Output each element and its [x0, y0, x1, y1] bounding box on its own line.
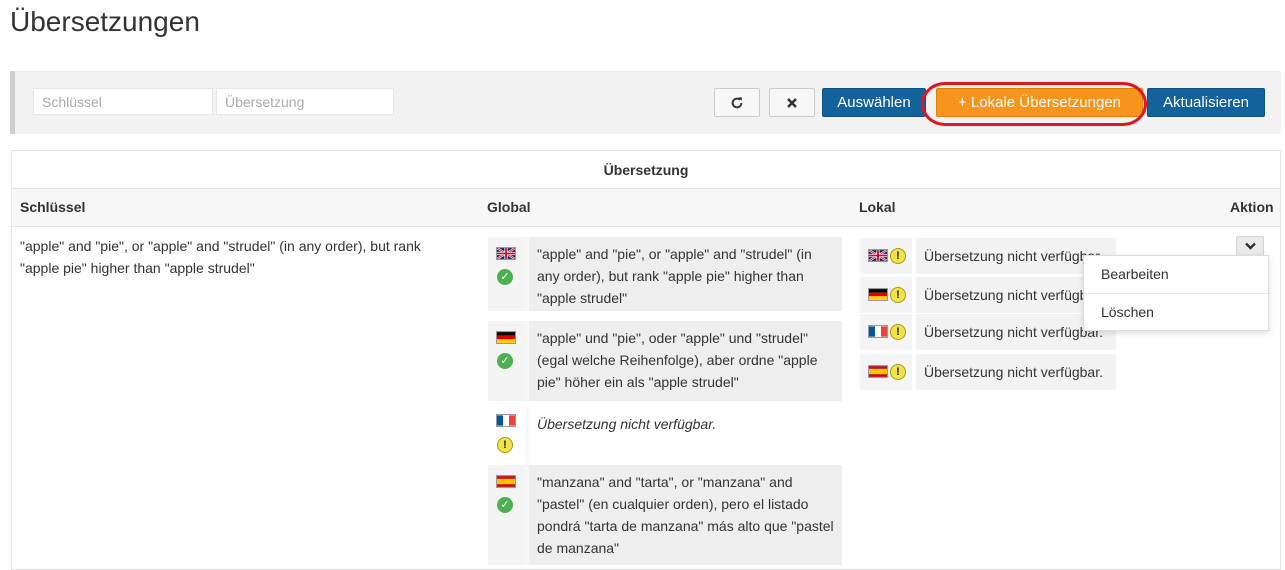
- check-icon: ✓: [497, 269, 513, 285]
- group-header: Übersetzung: [12, 151, 1280, 189]
- warning-icon: !: [497, 437, 513, 453]
- check-icon: ✓: [497, 353, 513, 369]
- global-text-fr: Übersetzung nicht verfügbar.: [529, 407, 842, 465]
- warning-icon: !: [890, 364, 906, 380]
- fr-flag-icon: [868, 325, 888, 338]
- key-search-input[interactable]: [33, 88, 213, 115]
- local-translations-button[interactable]: + Lokale Übersetzungen: [936, 88, 1143, 117]
- global-entry-fr: ! Übersetzung nicht verfügbar.: [488, 407, 842, 465]
- row-key-text: "apple" and "pie", or "apple" and "strud…: [20, 238, 421, 276]
- global-text-es: "manzana" and "tarta", or "manzana" and …: [529, 465, 842, 565]
- col-header-key[interactable]: Schlüssel: [20, 199, 85, 215]
- warning-icon: !: [890, 248, 906, 264]
- local-text-es: Übersetzung nicht verfügbar.: [916, 354, 1116, 390]
- global-entry-en: ✓ "apple" and "pie", or "apple" and "str…: [488, 237, 842, 311]
- row-action-toggle[interactable]: [1236, 236, 1264, 256]
- global-text-en: "apple" and "pie", or "apple" and "strud…: [529, 237, 842, 311]
- page-title: Übersetzungen: [10, 6, 200, 37]
- update-button[interactable]: Aktualisieren: [1147, 88, 1265, 117]
- global-entry-es: ✓ "manzana" and "tarta", or "manzana" an…: [488, 465, 842, 565]
- translation-search-input[interactable]: [216, 88, 394, 115]
- filter-toolbar: Auswählen + Lokale Übersetzungen Aktuali…: [10, 71, 1281, 134]
- global-entry-de: ✓ "apple" und "pie", oder "apple" und "s…: [488, 321, 842, 401]
- de-flag-icon: [496, 331, 516, 344]
- warning-icon: !: [890, 287, 906, 303]
- de-flag-icon: [868, 288, 888, 301]
- col-header-action: Aktion: [1230, 199, 1274, 215]
- refresh-button[interactable]: [714, 88, 760, 117]
- uk-flag-icon: [496, 247, 516, 260]
- col-header-local[interactable]: Lokal: [859, 199, 896, 215]
- translations-table: Übersetzung Schlüssel Global Lokal Aktio…: [11, 150, 1281, 570]
- refresh-icon: [731, 96, 743, 108]
- column-header-row: Schlüssel Global Lokal Aktion: [12, 189, 1280, 227]
- es-flag-icon: [496, 475, 516, 488]
- chevron-down-icon: [1244, 242, 1256, 250]
- close-icon: [787, 97, 797, 108]
- row-action-menu: Bearbeiten Löschen: [1083, 255, 1269, 331]
- select-button[interactable]: Auswählen: [822, 88, 926, 117]
- warning-icon: !: [890, 324, 906, 340]
- fr-flag-icon: [496, 414, 516, 427]
- menu-item-edit[interactable]: Bearbeiten: [1084, 256, 1268, 293]
- uk-flag-icon: [868, 249, 888, 262]
- global-text-de: "apple" und "pie", oder "apple" und "str…: [529, 321, 842, 401]
- col-header-global[interactable]: Global: [487, 199, 531, 215]
- menu-item-delete[interactable]: Löschen: [1084, 294, 1268, 331]
- es-flag-icon: [868, 365, 888, 378]
- check-icon: ✓: [497, 497, 513, 513]
- clear-filter-button[interactable]: [769, 88, 815, 117]
